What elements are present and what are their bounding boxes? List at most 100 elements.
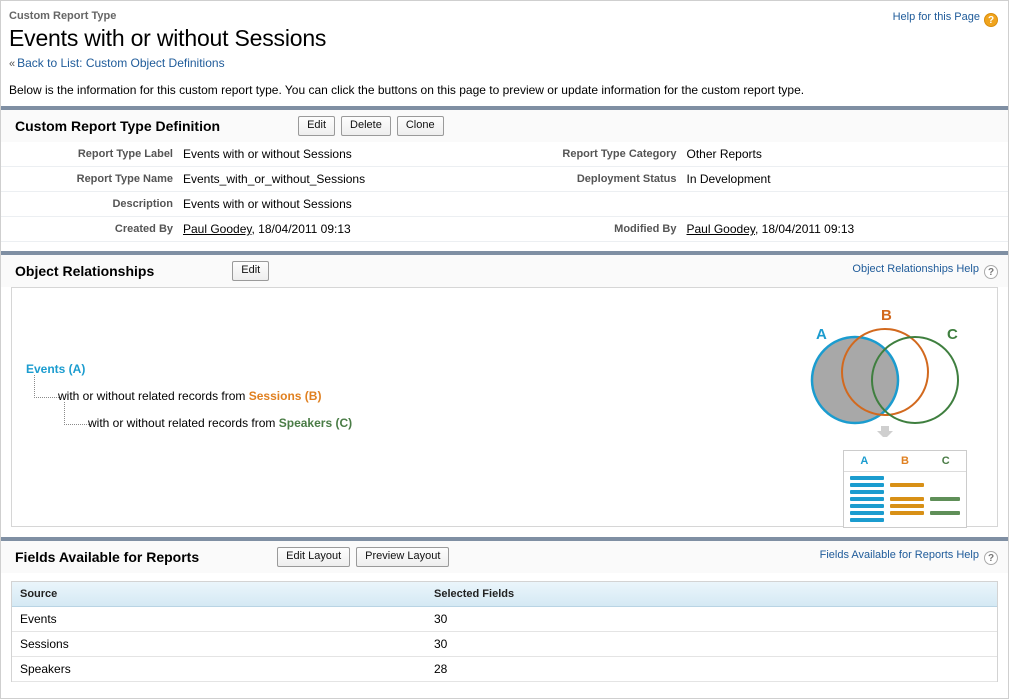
relationships-help-link[interactable]: Object Relationships Help (852, 263, 979, 275)
table-row: Events 30 (12, 606, 997, 632)
legend-bar-a (850, 490, 884, 494)
legend-col-a: A (860, 455, 869, 467)
detail-cell: Report Type Label Events with or without… (1, 142, 505, 166)
modified-by-value: Paul Goodey, 18/04/2011 09:13 (687, 221, 855, 237)
tree-connector-icon (34, 375, 61, 398)
legend-bar-a (850, 504, 884, 508)
report-type-category-label: Report Type Category (562, 148, 677, 160)
tree-connector-icon (64, 402, 91, 425)
tree-prefix-sessions: with or without related records from (58, 389, 249, 403)
report-type-label-label: Report Type Label (77, 148, 173, 160)
help-for-this-page-link[interactable]: Help for this Page (893, 11, 980, 23)
intro-text: Below is the information for this custom… (9, 83, 805, 97)
tree-object-events[interactable]: Events (A) (26, 362, 85, 376)
cell-source: Sessions (12, 631, 426, 657)
venn-label-c: C (947, 326, 958, 343)
fields-table: Source Selected Fields Events 30 Session… (12, 582, 997, 682)
breadcrumb: «Back to List: Custom Object Definitions (9, 55, 1000, 72)
page-root: Custom Report Type Events with or withou… (0, 0, 1009, 699)
cell-source: Speakers (12, 656, 426, 682)
created-by-value: Paul Goodey, 18/04/2011 09:13 (183, 221, 351, 237)
relationship-tree: Events (A) with or without related recor… (26, 360, 352, 438)
detail-row: Created By Paul Goodey, 18/04/2011 09:13… (1, 217, 1008, 242)
report-type-category-value: Other Reports (686, 147, 762, 161)
back-to-list-link[interactable]: Custom Object Definitions (86, 56, 225, 70)
page-eyebrow: Custom Report Type (9, 10, 117, 22)
tree-object-speakers[interactable]: Speakers (C) (279, 416, 352, 430)
back-to-list-prefix[interactable]: Back to List: (17, 56, 82, 70)
back-chevron-icon: « (9, 58, 16, 70)
table-row: Sessions 30 (12, 631, 997, 657)
legend-bar-a (850, 483, 884, 487)
venn-label-a: A (816, 326, 827, 343)
question-mark-icon[interactable]: ? (984, 13, 998, 27)
question-mark-icon[interactable]: ? (984, 265, 998, 279)
modified-by-date: , 18/04/2011 09:13 (755, 222, 855, 236)
description-label: Description (112, 198, 173, 210)
column-header-selected-fields[interactable]: Selected Fields (426, 582, 997, 607)
help-for-this-page[interactable]: Help for this Page? (893, 11, 998, 27)
created-by-date: , 18/04/2011 09:13 (251, 222, 351, 236)
cell-selected: 30 (426, 606, 997, 632)
cell-source: Events (12, 606, 426, 632)
created-by-label: Created By (114, 223, 173, 235)
legend-bar-a (850, 511, 884, 515)
legend-bar-b (890, 497, 924, 501)
detail-cell: Modified By Paul Goodey, 18/04/2011 09:1… (505, 217, 1009, 241)
fields-help-link[interactable]: Fields Available for Reports Help (820, 549, 979, 561)
detail-cell: Report Type Category Other Reports (505, 142, 1009, 166)
fields-help[interactable]: Fields Available for Reports Help? (820, 549, 998, 565)
legend-header-row: A B C (844, 451, 966, 472)
tree-object-sessions[interactable]: Sessions (B) (249, 389, 322, 403)
cell-selected: 28 (426, 656, 997, 682)
page-title: Events with or without Sessions (9, 25, 327, 51)
relationships-help[interactable]: Object Relationships Help? (852, 263, 998, 279)
column-header-source[interactable]: Source (12, 582, 426, 607)
definition-title: Custom Report Type Definition (15, 118, 221, 134)
legend-col-b: B (901, 455, 909, 467)
delete-button[interactable]: Delete (341, 116, 391, 136)
venn-diagram: A B C (795, 302, 975, 439)
tree-row-speakers: with or without related records from Spe… (26, 402, 352, 432)
cell-selected: 30 (426, 631, 997, 657)
detail-cell: Report Type Name Events_with_or_without_… (1, 167, 505, 191)
table-row: Speakers 28 (12, 656, 997, 682)
definition-buttons: Edit Delete Clone (298, 116, 444, 136)
legend-bars (844, 472, 966, 526)
report-type-name-label: Report Type Name (76, 173, 173, 185)
relationships-body: Events (A) with or without related recor… (11, 287, 998, 528)
legend-bar-c (930, 497, 960, 501)
fields-table-body: Events 30 Sessions 30 Speakers 28 (12, 606, 997, 682)
question-mark-icon[interactable]: ? (984, 551, 998, 565)
legend-bar-c (930, 511, 960, 515)
detail-cell: Created By Paul Goodey, 18/04/2011 09:13 (1, 217, 505, 241)
edit-button[interactable]: Edit (298, 116, 336, 136)
fields-buttons: Edit Layout Preview Layout (277, 547, 450, 567)
tree-row-events: Events (A) (26, 360, 352, 378)
deployment-status-label: Deployment Status (576, 173, 677, 185)
relationships-edit-button[interactable]: Edit (232, 261, 270, 281)
venn-svg: A B C (810, 307, 959, 439)
description-value: Events with or without Sessions (183, 197, 352, 211)
edit-layout-button[interactable]: Edit Layout (277, 547, 351, 567)
tree-prefix-speakers: with or without related records from (88, 416, 279, 430)
preview-layout-button[interactable]: Preview Layout (356, 547, 450, 567)
modified-by-user-link[interactable]: Paul Goodey (687, 222, 756, 236)
created-by-user-link[interactable]: Paul Goodey (183, 222, 252, 236)
relationships-section-header: Object Relationships Edit Object Relatio… (1, 255, 1008, 287)
legend-bar-a (850, 476, 884, 480)
relationships-title: Object Relationships (15, 263, 155, 279)
fields-title: Fields Available for Reports (15, 549, 200, 565)
legend-bar-b (890, 511, 924, 515)
clone-button[interactable]: Clone (396, 116, 444, 136)
page-header: Custom Report Type Events with or withou… (1, 1, 1008, 72)
detail-cell-empty (505, 192, 1009, 216)
definition-detail-grid: Report Type Label Events with or without… (1, 142, 1008, 242)
fields-header-row: Source Selected Fields (12, 582, 997, 607)
legend-bar-b (890, 504, 924, 508)
fields-table-head: Source Selected Fields (12, 582, 997, 607)
detail-cell: Deployment Status In Development (505, 167, 1009, 191)
fields-table-wrapper: Source Selected Fields Events 30 Session… (11, 581, 998, 682)
venn-legend-table: A B C (843, 450, 967, 528)
legend-bar-a (850, 518, 884, 522)
